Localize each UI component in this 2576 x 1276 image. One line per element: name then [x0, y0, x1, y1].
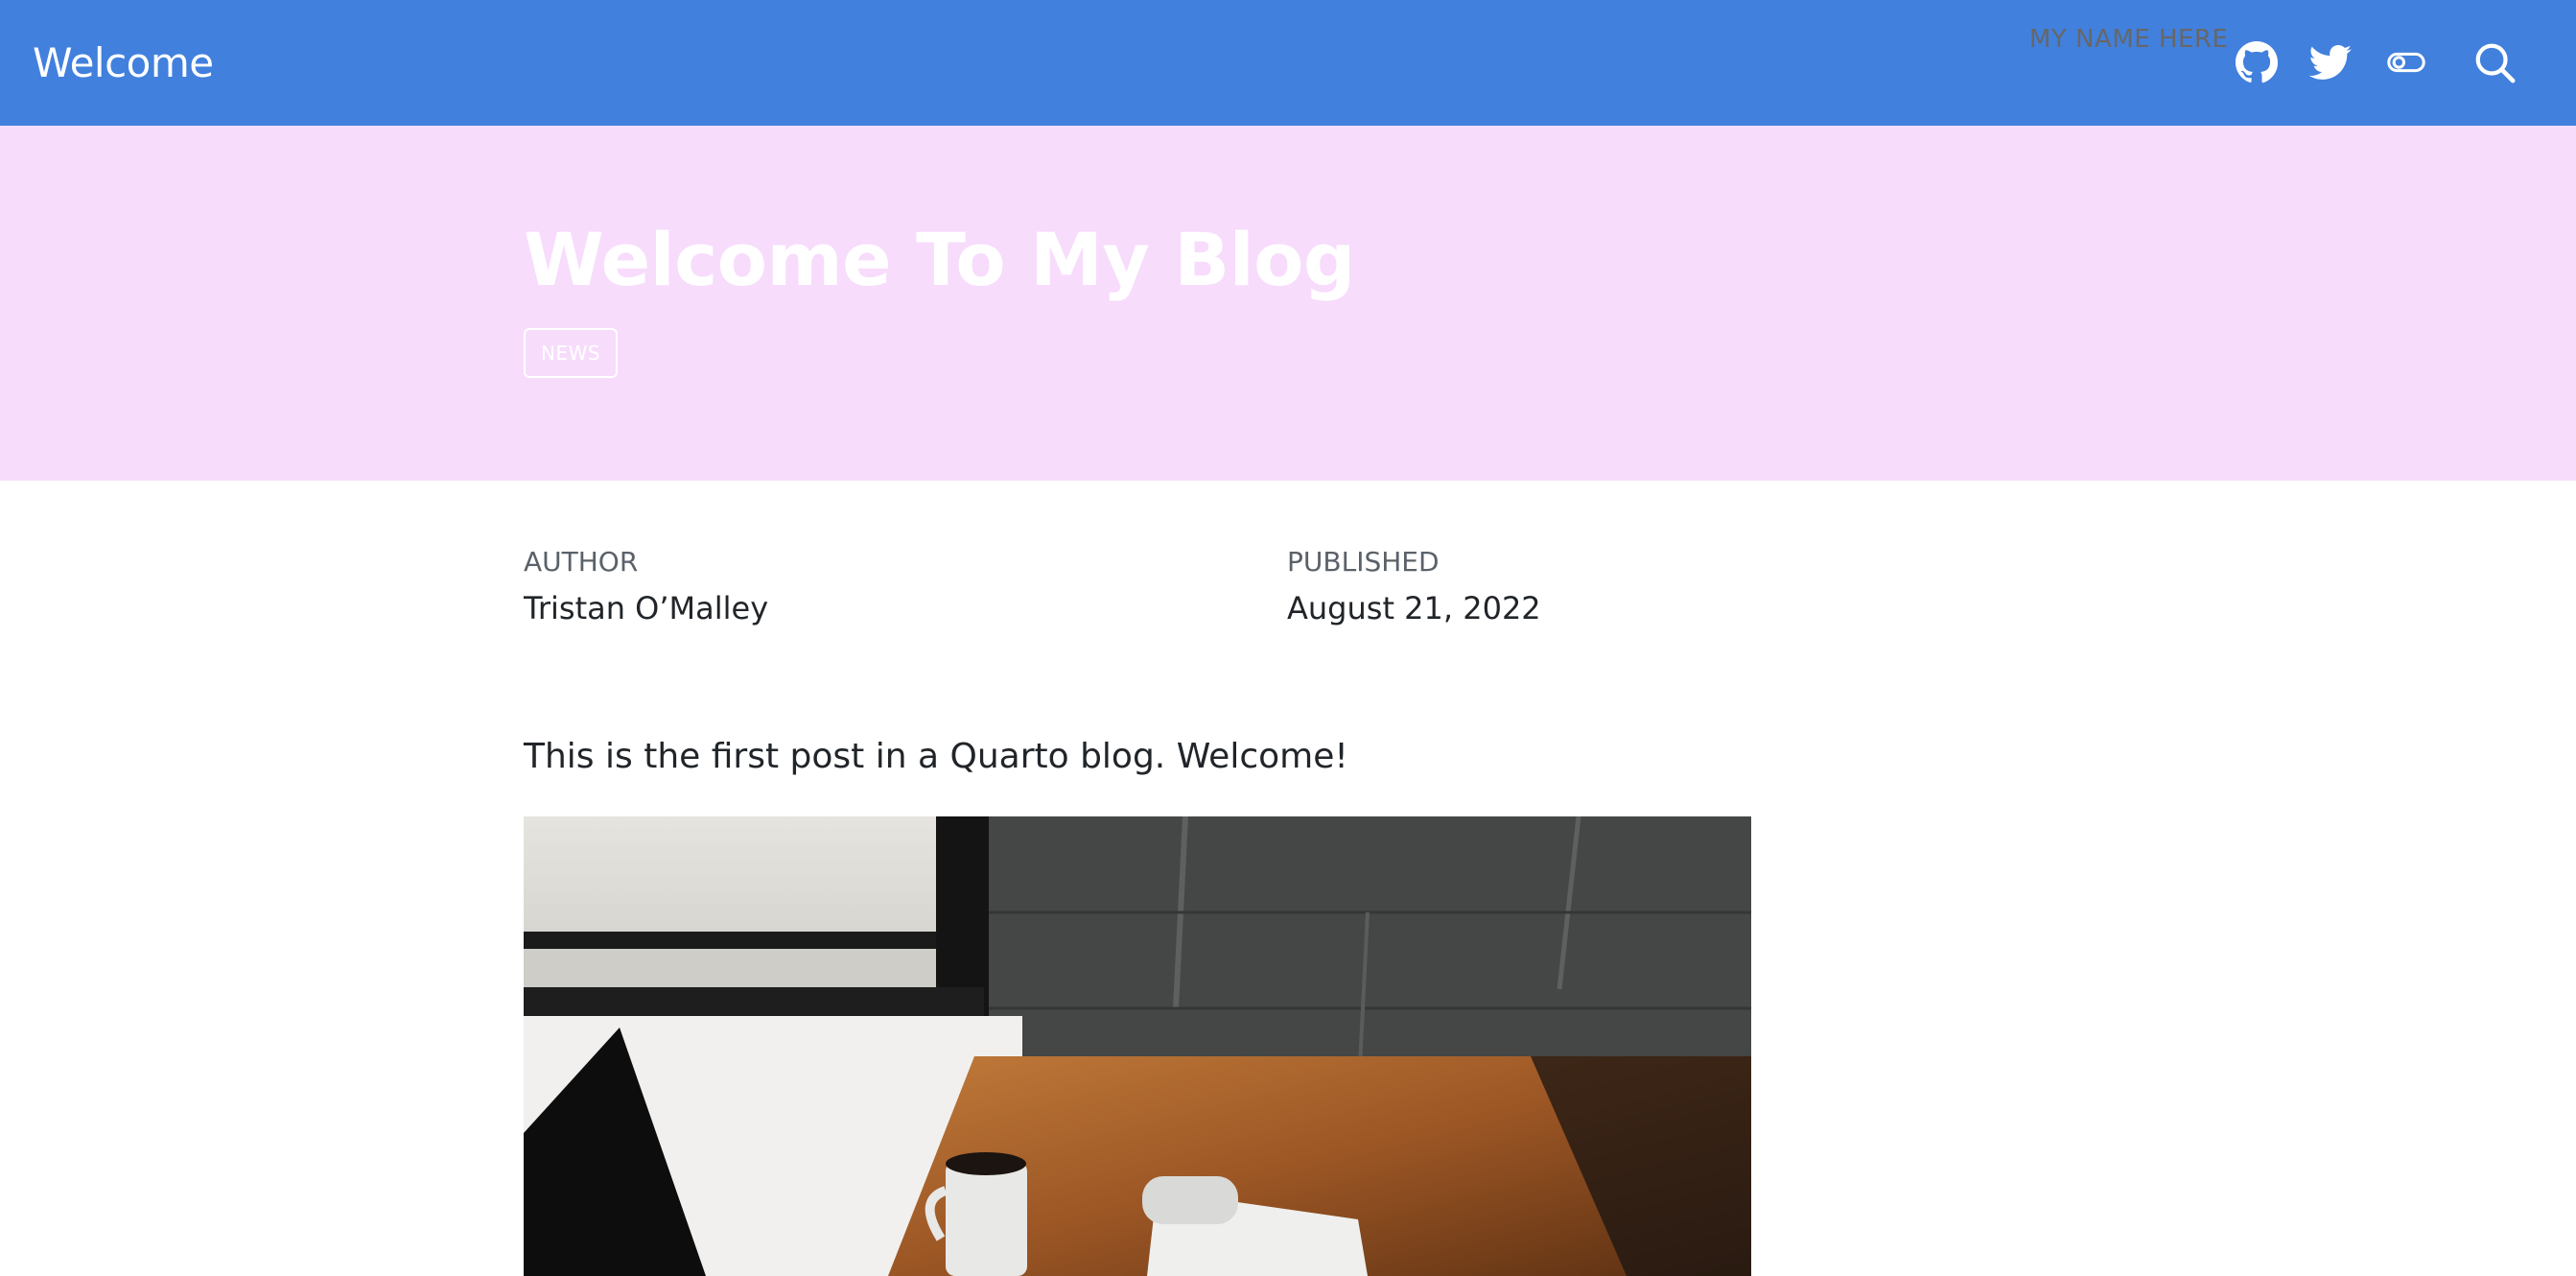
author-name: Tristan O’Malley [524, 590, 769, 626]
name-nav-link[interactable]: MY NAME HERE [2029, 23, 2228, 56]
search-icon[interactable] [2472, 40, 2517, 84]
twitter-icon[interactable] [2308, 40, 2353, 84]
published-label: PUBLISHED [1287, 546, 1440, 578]
github-icon[interactable] [2235, 40, 2279, 84]
intro-paragraph: This is the first post in a Quarto blog.… [524, 737, 1348, 776]
published-date: August 21, 2022 [1287, 590, 1541, 626]
navbar: Welcome MY NAME HERE [0, 0, 2576, 126]
author-label: AUTHOR [524, 546, 639, 578]
title-banner: Welcome To My Blog NEWS [0, 126, 2576, 481]
post-title: Welcome To My Blog [524, 217, 1355, 302]
category-badge-news[interactable]: NEWS [524, 328, 619, 378]
post-image [524, 816, 1751, 1276]
site-brand-link[interactable]: Welcome [33, 36, 214, 90]
toggle-icon[interactable] [2384, 40, 2428, 84]
